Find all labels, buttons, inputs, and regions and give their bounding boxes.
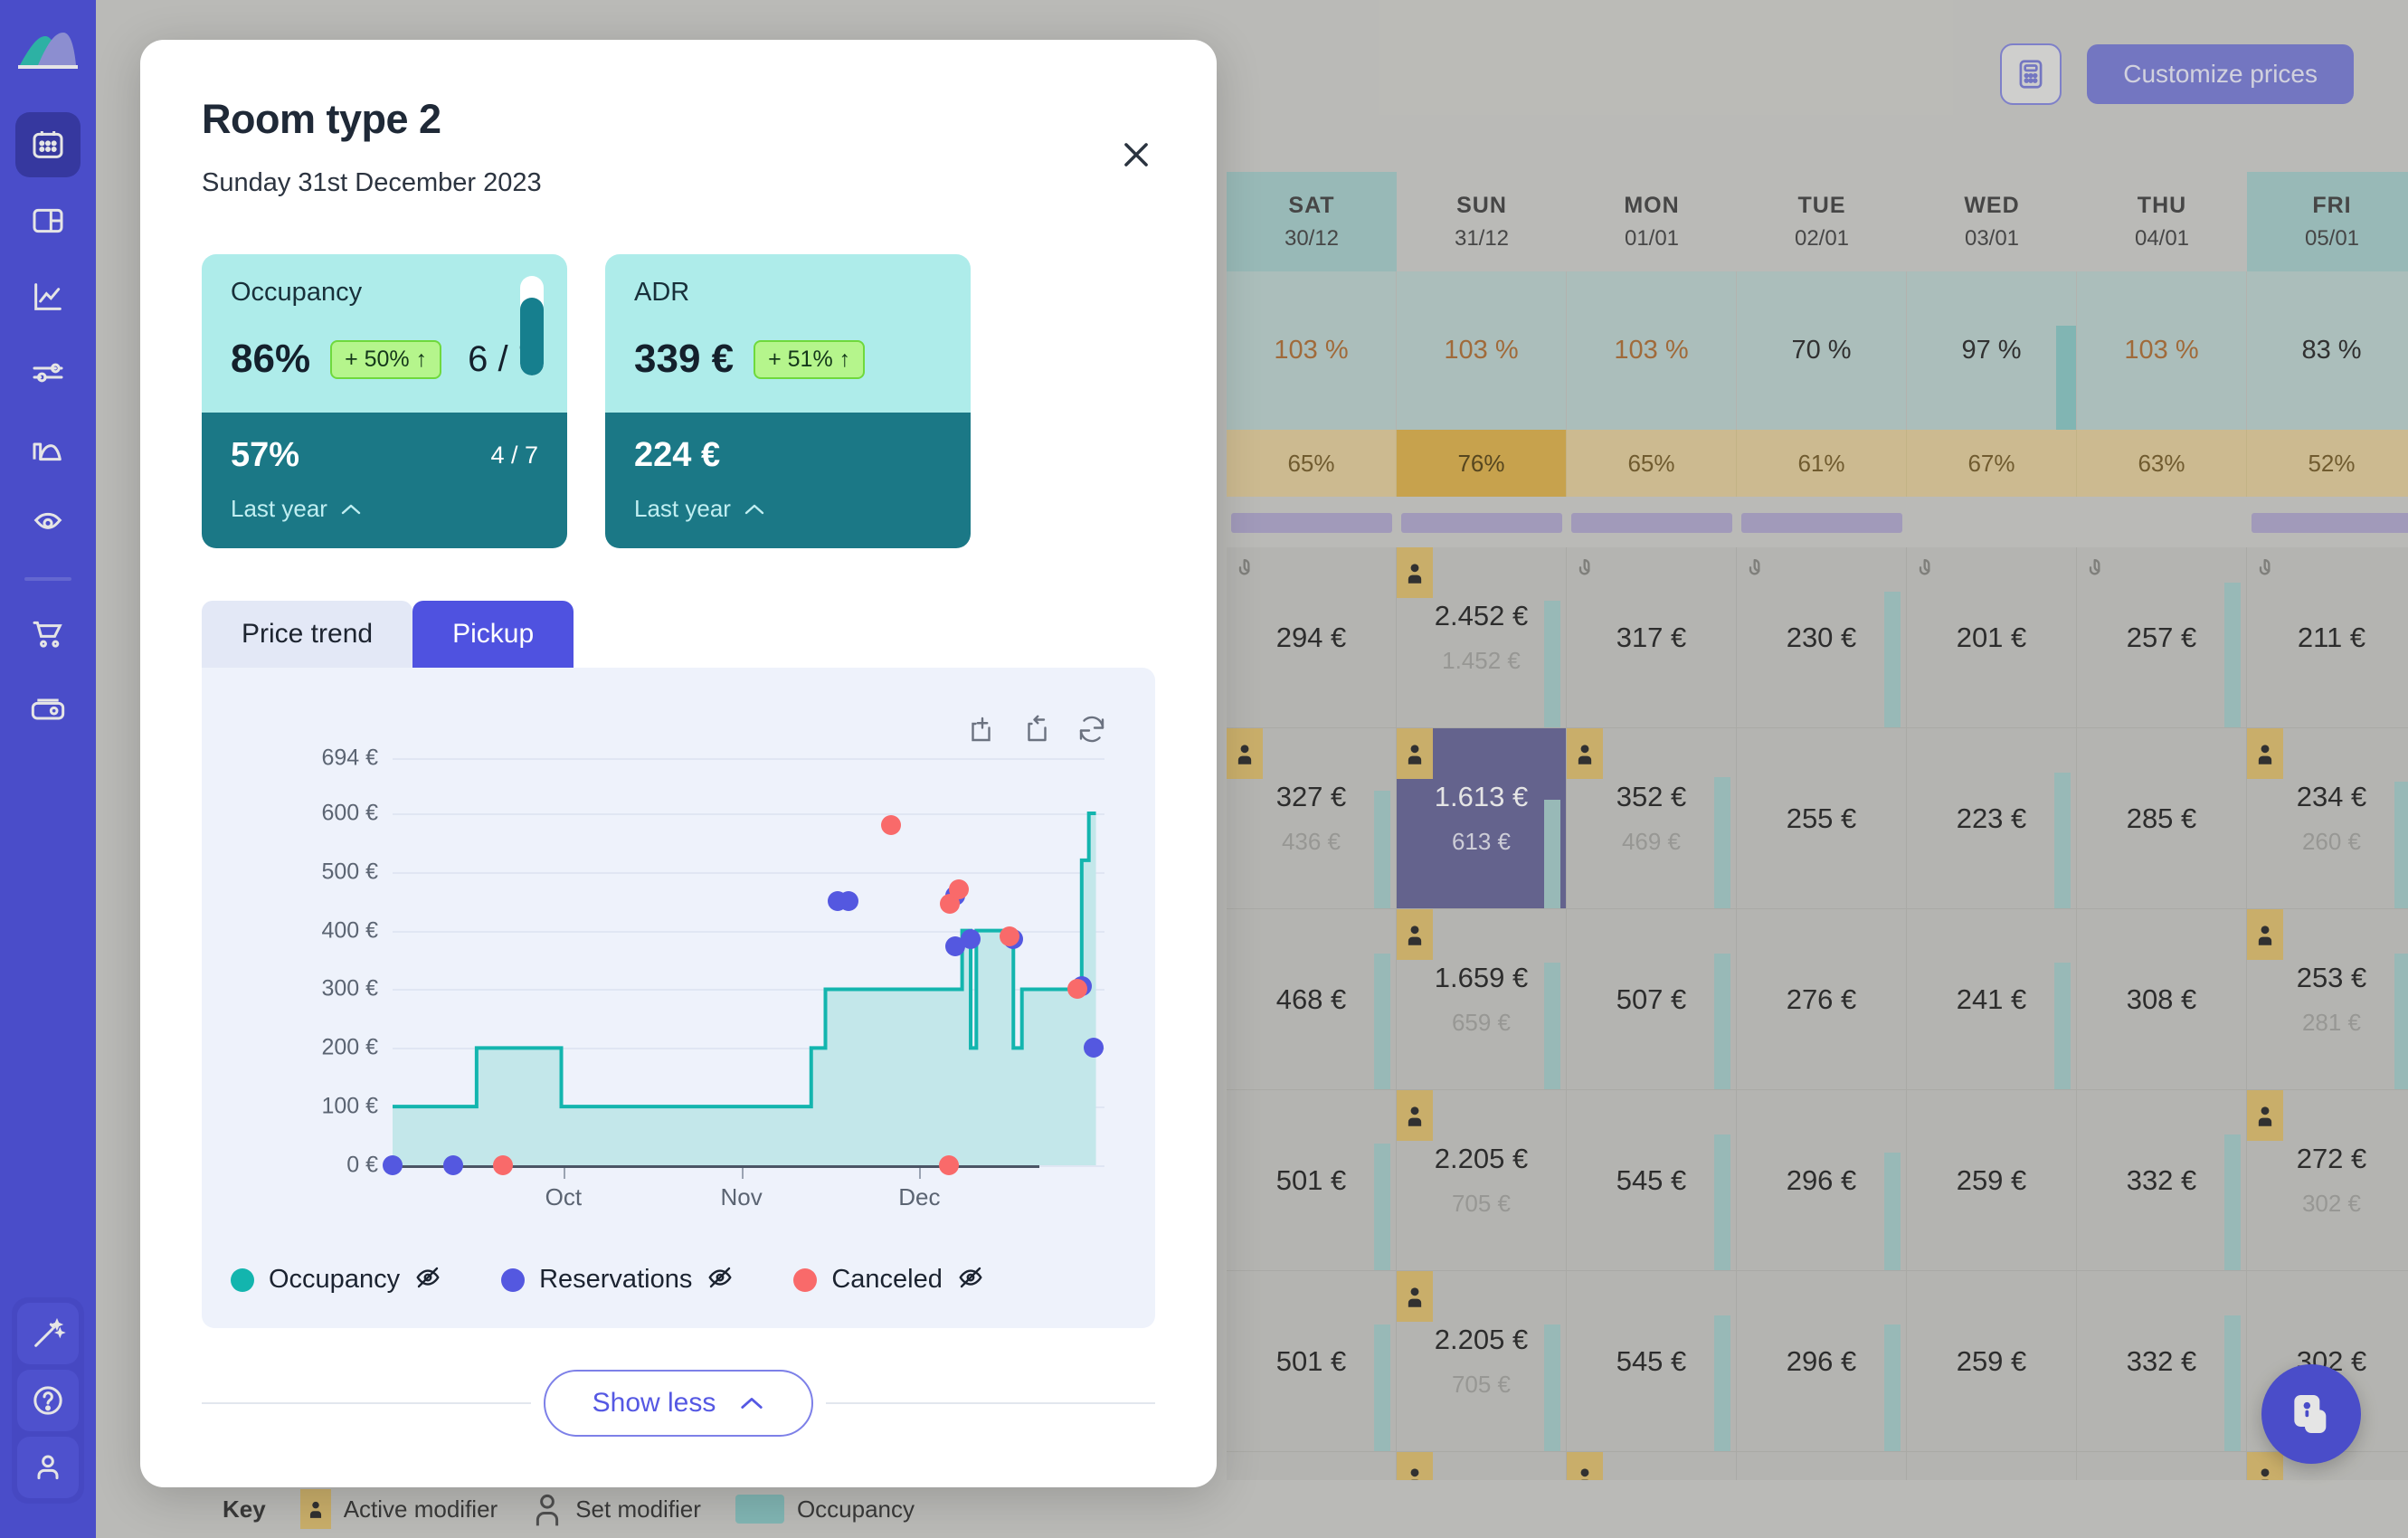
card-last-year: 57% 4 / 7 Last year [202, 413, 567, 548]
card-label: Occupancy [231, 278, 363, 307]
chart-legend: Occupancy Reservations Canceled [231, 1264, 984, 1296]
chart-point-reservations[interactable] [383, 1155, 403, 1175]
chevron-up-icon [741, 1398, 763, 1409]
chart-point-canceled[interactable] [1067, 979, 1088, 1000]
status-badge: + 50% ↑ [330, 339, 442, 379]
legend-color-dot [501, 1267, 526, 1292]
room-detail-modal: Room type 2 Sunday 31st December 2023 Oc… [140, 40, 1217, 1487]
chart-point-canceled[interactable] [948, 879, 969, 900]
chart-point-canceled[interactable] [939, 1155, 960, 1175]
chart-point-canceled[interactable] [492, 1155, 513, 1175]
stat-cards: Occupancy 86% + 50% ↑ 6 / 7 57% 4 / 7 Last yea… [202, 254, 1155, 548]
eye-off-icon[interactable] [957, 1264, 984, 1296]
chart-point-reservations[interactable] [442, 1155, 463, 1175]
page-title: Room type 2 [202, 96, 441, 142]
legend-item[interactable]: Reservations [501, 1264, 734, 1296]
app-root: Customize prices SAT 30/12 SUN 31/12 MON 01/0… [0, 0, 2408, 1538]
show-less-label: Show less [592, 1388, 716, 1418]
reset-zoom-icon[interactable] [1076, 713, 1108, 750]
chart-point-reservations[interactable] [961, 929, 981, 950]
zoom-in-icon[interactable] [963, 713, 996, 750]
divider-right [826, 1402, 1156, 1404]
pickup-chart-panel: 694 €600 €500 €400 €300 €200 €100 €0 € Oc… [202, 668, 1155, 1328]
chevron-up-icon [744, 504, 764, 514]
chart-plot-area: 694 €600 €500 €400 €300 €200 €100 €0 € Oc… [225, 745, 1130, 1210]
chart-toolbar [963, 713, 1108, 750]
last-year-toggle[interactable]: Last year [634, 495, 942, 523]
legend-item[interactable]: Occupancy [231, 1264, 441, 1296]
card-current: Occupancy 86% + 50% ↑ 6 / 7 [202, 254, 567, 413]
close-icon[interactable] [1115, 134, 1157, 176]
legend-label: Canceled [831, 1265, 943, 1294]
legend-color-dot [793, 1267, 818, 1292]
occupancy-card: Occupancy 86% + 50% ↑ 6 / 7 57% 4 / 7 Last yea… [202, 254, 567, 548]
legend-color-dot [231, 1267, 254, 1292]
chart-point-reservations[interactable] [1084, 1038, 1104, 1059]
tab-price-trend[interactable]: Price trend [202, 601, 413, 668]
show-less-button[interactable]: Show less [543, 1370, 814, 1437]
legend-item[interactable]: Canceled [793, 1264, 984, 1296]
chevron-up-icon [341, 504, 361, 514]
show-less-row: Show less [202, 1370, 1156, 1437]
occupancy-gauge [520, 276, 544, 375]
card-current: ADR 339 € + 51% ↑ [605, 254, 971, 413]
last-year-right: 4 / 7 [490, 441, 538, 469]
chart-tabs: Price trend Pickup [202, 601, 1155, 668]
status-badge: + 51% ↑ [754, 339, 866, 379]
chart-point-reservations[interactable] [838, 891, 858, 912]
chart-point-canceled[interactable] [880, 814, 901, 835]
adr-card: ADR 339 € + 51% ↑ 224 € Last year [605, 254, 971, 548]
eye-off-icon[interactable] [706, 1264, 734, 1296]
tab-pickup[interactable]: Pickup [412, 601, 574, 668]
last-year-value: 224 € [634, 436, 721, 474]
eye-off-icon[interactable] [414, 1264, 441, 1296]
chart-point-canceled[interactable] [999, 926, 1019, 947]
zoom-out-icon[interactable] [1019, 713, 1052, 750]
legend-label: Occupancy [269, 1265, 401, 1294]
card-label: ADR [634, 278, 690, 307]
divider-left [202, 1402, 531, 1404]
legend-label: Reservations [539, 1265, 693, 1294]
card-main-value: 86% [231, 337, 311, 381]
last-year-label: Last year [231, 495, 327, 522]
last-year-label: Last year [634, 495, 731, 522]
modal-subtitle: Sunday 31st December 2023 [202, 168, 542, 197]
card-main-value: 339 € [634, 337, 735, 381]
chart-series-occupancy [393, 811, 1096, 1165]
card-last-year: 224 € Last year [605, 413, 971, 548]
last-year-toggle[interactable]: Last year [231, 495, 538, 523]
last-year-value: 57% [231, 436, 300, 474]
